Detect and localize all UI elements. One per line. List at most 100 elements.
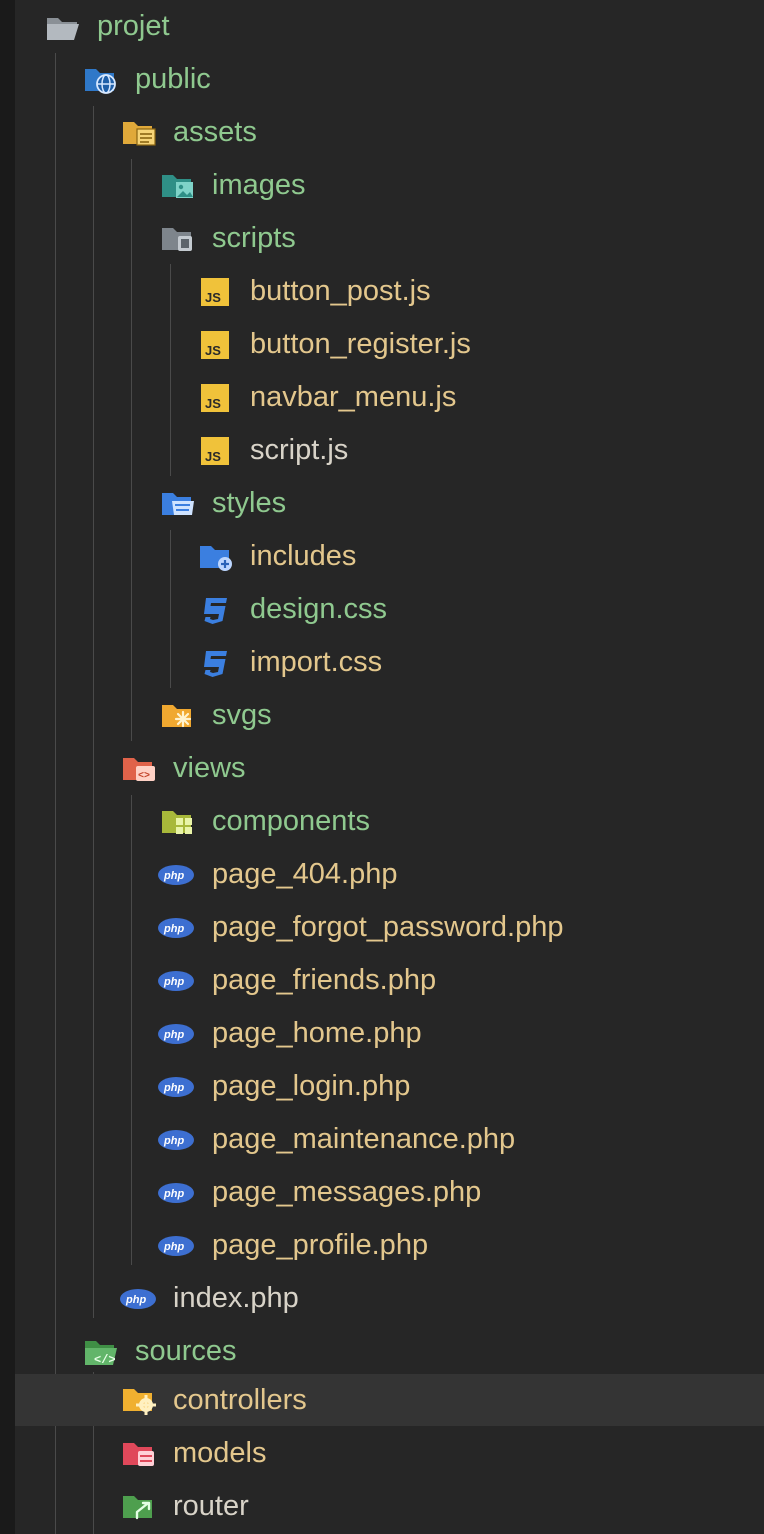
folder-open-icon [44, 12, 82, 42]
scripts-folder-icon [159, 224, 197, 254]
tree-item-components[interactable]: components [15, 795, 764, 848]
gear-folder-icon [120, 1385, 158, 1415]
php-file-icon: php [157, 1072, 195, 1102]
svg-text:php: php [125, 1294, 146, 1306]
tree-item-label: page_404.php [212, 858, 398, 890]
svg-text:php: php [163, 1241, 184, 1253]
tree-item-import-css[interactable]: import.css [15, 636, 764, 689]
tree-item-page-maintenance-php[interactable]: php page_maintenance.php [15, 1113, 764, 1166]
add-folder-icon [197, 542, 235, 572]
svg-text:JS: JS [205, 396, 221, 411]
tree-item-label: page_maintenance.php [212, 1123, 516, 1155]
javascript-file-icon: JS [197, 277, 235, 307]
source-folder-icon: </> [82, 1337, 120, 1367]
svg-text:JS: JS [205, 343, 221, 358]
tree-item-navbar-menu-js[interactable]: JS navbar_menu.js [15, 371, 764, 424]
php-file-icon: php [157, 966, 195, 996]
php-file-icon: php [119, 1284, 157, 1314]
javascript-file-icon: JS [197, 330, 235, 360]
tree-item-label: page_login.php [212, 1070, 411, 1102]
assets-folder-icon [120, 118, 158, 148]
php-file-icon: php [157, 1178, 195, 1208]
panel-edge [0, 0, 15, 1534]
tree-item-projet[interactable]: projet [15, 0, 764, 53]
tree-item-button-register-js[interactable]: JS button_register.js [15, 318, 764, 371]
tree-item-index-php[interactable]: php index.php [15, 1272, 764, 1325]
tree-item-images[interactable]: images [15, 159, 764, 212]
tree-item-label: page_friends.php [212, 964, 437, 996]
svg-text:php: php [163, 1082, 184, 1094]
tree-item-views[interactable]: <> views [15, 742, 764, 795]
php-file-icon: php [157, 1019, 195, 1049]
tree-item-label: projet [97, 10, 170, 42]
tree-item-button-post-js[interactable]: JS button_post.js [15, 265, 764, 318]
php-file-icon: php [157, 1231, 195, 1261]
tree-item-public[interactable]: public [15, 53, 764, 106]
tree-item-label: button_register.js [250, 328, 471, 360]
tree-item-design-css[interactable]: design.css [15, 583, 764, 636]
tree-item-label: index.php [173, 1282, 299, 1314]
tree-item-script-js[interactable]: JS script.js [15, 424, 764, 477]
svg-text:</>: </> [94, 1353, 116, 1367]
tree-item-label: import.css [250, 646, 383, 678]
images-folder-icon [159, 171, 197, 201]
router-folder-icon [120, 1492, 158, 1522]
php-file-icon: php [157, 1125, 195, 1155]
tree-item-label: page_forgot_password.php [212, 911, 564, 943]
tree-item-scripts[interactable]: scripts [15, 212, 764, 265]
tree-item-label: public [135, 63, 211, 95]
css-file-icon [197, 648, 235, 678]
tree-item-page-404-php[interactable]: php page_404.php [15, 848, 764, 901]
tree-item-page-friends-php[interactable]: php page_friends.php [15, 954, 764, 1007]
svg-text:php: php [163, 1188, 184, 1200]
javascript-file-icon: JS [197, 436, 235, 466]
php-file-icon: php [157, 913, 195, 943]
globe-folder-icon [82, 65, 120, 95]
tree-item-label: includes [250, 540, 357, 572]
svg-text:php: php [163, 1135, 184, 1147]
tree-item-label: router [173, 1490, 249, 1522]
tree-item-assets[interactable]: assets [15, 106, 764, 159]
file-explorer: projet public assets images scripts JS b… [0, 0, 764, 1534]
tree-item-page-profile-php[interactable]: php page_profile.php [15, 1219, 764, 1272]
tree-item-models[interactable]: models [15, 1427, 764, 1480]
tree-item-page-login-php[interactable]: php page_login.php [15, 1060, 764, 1113]
svg-text:php: php [163, 923, 184, 935]
tree-item-label: scripts [212, 222, 296, 254]
tree-item-styles[interactable]: styles [15, 477, 764, 530]
tree-item-page-home-php[interactable]: php page_home.php [15, 1007, 764, 1060]
tree-item-includes[interactable]: includes [15, 530, 764, 583]
tree-item-svgs[interactable]: svgs [15, 689, 764, 742]
tree-item-label: design.css [250, 593, 388, 625]
javascript-file-icon: JS [197, 383, 235, 413]
php-file-icon: php [157, 860, 195, 890]
tree-item-label: models [173, 1437, 267, 1469]
svg-text:<>: <> [138, 771, 150, 782]
tree-item-label: controllers [173, 1384, 307, 1416]
tree-item-label: page_messages.php [212, 1176, 482, 1208]
tree-item-label: sources [135, 1335, 237, 1367]
tree-item-label: navbar_menu.js [250, 381, 457, 413]
tree-item-router[interactable]: router [15, 1480, 764, 1533]
tree-item-sources[interactable]: </> sources [15, 1325, 764, 1378]
tree-item-label: script.js [250, 434, 349, 466]
tree-item-label: assets [173, 116, 257, 148]
tree-item-page-messages-php[interactable]: php page_messages.php [15, 1166, 764, 1219]
tree-item-label: images [212, 169, 306, 201]
styles-folder-icon [159, 489, 197, 519]
svg-folder-icon [159, 701, 197, 731]
components-folder-icon [159, 807, 197, 837]
tree-item-label: button_post.js [250, 275, 431, 307]
database-folder-icon [120, 1439, 158, 1469]
tree-item-label: views [173, 752, 246, 784]
svg-text:php: php [163, 976, 184, 988]
tree-item-label: page_home.php [212, 1017, 422, 1049]
views-folder-icon: <> [120, 754, 158, 784]
css-file-icon [197, 595, 235, 625]
tree-item-label: styles [212, 487, 287, 519]
tree-item-page-forgot-password-php[interactable]: php page_forgot_password.php [15, 901, 764, 954]
tree-item-controllers[interactable]: controllers [15, 1374, 764, 1426]
svg-text:php: php [163, 1029, 184, 1041]
svg-text:JS: JS [205, 449, 221, 464]
tree-item-label: svgs [212, 699, 272, 731]
